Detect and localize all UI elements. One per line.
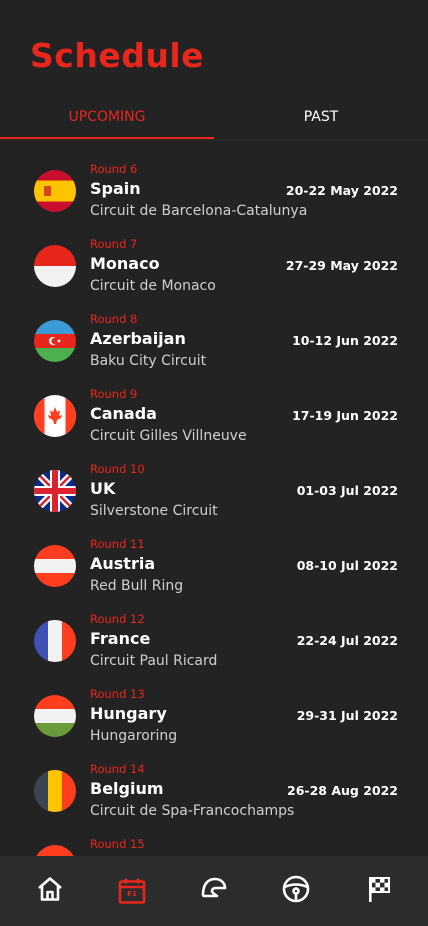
country-name: Monaco	[90, 254, 160, 273]
calendar-icon: F1	[117, 876, 147, 906]
home-icon	[36, 875, 64, 907]
round-label: Round 7	[90, 237, 138, 251]
tab-bar: UPCOMING PAST	[0, 96, 428, 140]
race-row[interactable]: Round 14 Belgium Circuit de Spa-Francoch…	[0, 756, 428, 831]
race-row[interactable]: Round 15	[0, 831, 428, 856]
circuit-name: Baku City Circuit	[90, 353, 207, 369]
circuit-name: Circuit de Monaco	[90, 278, 216, 294]
race-list: Round 6 Spain Circuit de Barcelona-Catal…	[0, 156, 428, 856]
race-date: 10-12 Jun 2022	[292, 333, 398, 348]
track-icon	[199, 874, 229, 908]
race-date: 26-28 Aug 2022	[287, 783, 398, 798]
spain-flag-icon	[34, 170, 76, 212]
country-name: France	[90, 629, 151, 648]
belgium-flag-icon	[34, 770, 76, 812]
country-name: Azerbaijan	[90, 329, 186, 348]
race-row[interactable]: Round 6 Spain Circuit de Barcelona-Catal…	[0, 156, 428, 231]
round-label: Round 14	[90, 762, 145, 776]
monaco-flag-icon	[34, 245, 76, 287]
race-date: 17-19 Jun 2022	[292, 408, 398, 423]
round-label: Round 13	[90, 687, 145, 701]
circuit-name: Silverstone Circuit	[90, 503, 218, 519]
calendar-badge: F1	[127, 890, 137, 898]
tab-past[interactable]: PAST	[214, 96, 428, 138]
tab-upcoming[interactable]: UPCOMING	[0, 96, 214, 138]
bottom-navigation: F1	[0, 856, 428, 926]
nav-schedule[interactable]: F1	[115, 874, 149, 908]
race-row[interactable]: Round 9 Canada Circuit Gilles Villneuve …	[0, 381, 428, 456]
race-date: 29-31 Jul 2022	[296, 708, 398, 723]
steering-wheel-icon	[281, 874, 311, 908]
uk-flag-icon	[34, 470, 76, 512]
azerbaijan-flag-icon	[34, 320, 76, 362]
netherlands-flag-icon	[34, 845, 76, 856]
country-name: Belgium	[90, 779, 164, 798]
race-date: 27-29 May 2022	[285, 258, 398, 273]
race-row[interactable]: Round 7 Monaco Circuit de Monaco 27-29 M…	[0, 231, 428, 306]
nav-results[interactable]	[361, 874, 395, 908]
round-label: Round 9	[90, 387, 138, 401]
round-label: Round 15	[90, 837, 145, 851]
race-row[interactable]: Round 8 Azerbaijan Baku City Circuit 10-…	[0, 306, 428, 381]
nav-circuits[interactable]	[197, 874, 231, 908]
circuit-name: Circuit Gilles Villneuve	[90, 428, 247, 444]
round-label: Round 6	[90, 162, 138, 176]
race-date: 01-03 Jul 2022	[296, 483, 398, 498]
round-label: Round 12	[90, 612, 145, 626]
circuit-name: Circuit Paul Ricard	[90, 653, 218, 669]
hungary-flag-icon	[34, 695, 76, 737]
checkered-flag-icon	[363, 874, 393, 908]
round-label: Round 11	[90, 537, 145, 551]
nav-home[interactable]	[33, 874, 67, 908]
page-title: Schedule	[30, 36, 205, 75]
circuit-name: Circuit de Barcelona-Catalunya	[90, 203, 308, 219]
race-row[interactable]: Round 10 UK Silverstone Circuit 01-03 Ju…	[0, 456, 428, 531]
country-name: Hungary	[90, 704, 167, 723]
country-name: UK	[90, 479, 116, 498]
round-label: Round 10	[90, 462, 145, 476]
race-row[interactable]: Round 12 France Circuit Paul Ricard 22-2…	[0, 606, 428, 681]
race-date: 22-24 Jul 2022	[296, 633, 398, 648]
country-name: Austria	[90, 554, 156, 573]
race-row[interactable]: Round 13 Hungary Hungaroring 29-31 Jul 2…	[0, 681, 428, 756]
canada-flag-icon	[34, 395, 76, 437]
round-label: Round 8	[90, 312, 138, 326]
country-name: Canada	[90, 404, 157, 423]
race-date: 20-22 May 2022	[285, 183, 398, 198]
circuit-name: Circuit de Spa-Francochamps	[90, 803, 295, 819]
circuit-name: Hungaroring	[90, 728, 178, 744]
austria-flag-icon	[34, 545, 76, 587]
race-row[interactable]: Round 11 Austria Red Bull Ring 08-10 Jul…	[0, 531, 428, 606]
nav-drivers[interactable]	[279, 874, 313, 908]
country-name: Spain	[90, 179, 141, 198]
circuit-name: Red Bull Ring	[90, 578, 184, 594]
tab-divider	[0, 139, 428, 140]
race-date: 08-10 Jul 2022	[296, 558, 398, 573]
france-flag-icon	[34, 620, 76, 662]
